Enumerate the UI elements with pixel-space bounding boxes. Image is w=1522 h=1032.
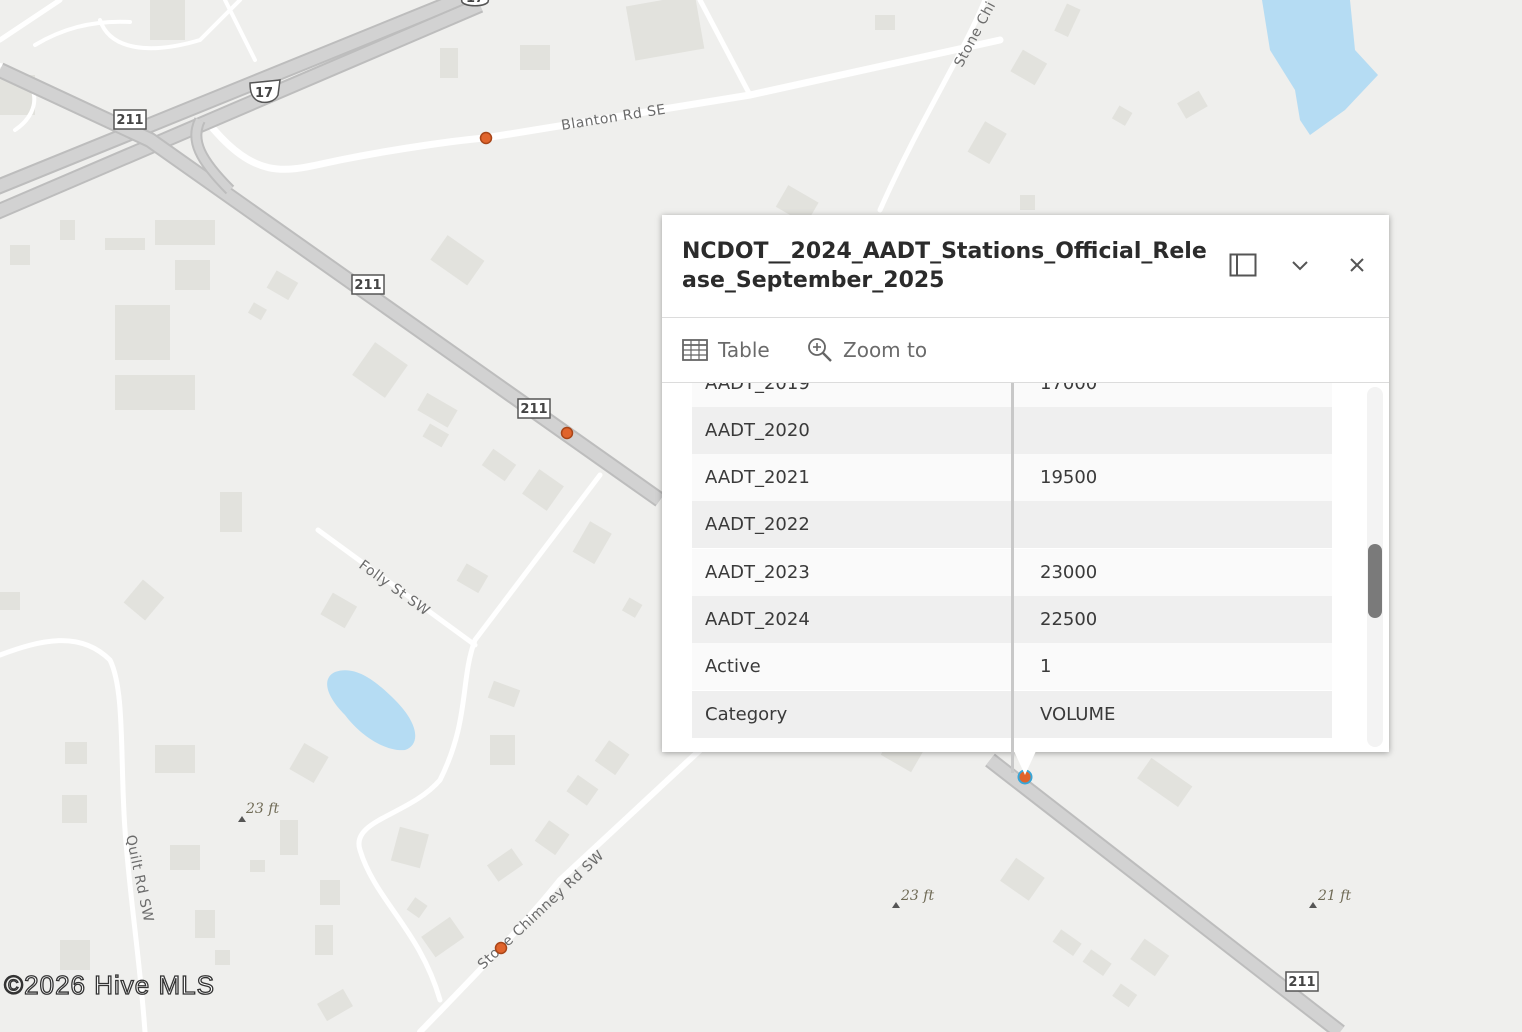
svg-text:211: 211 <box>116 113 143 128</box>
shield-nc211-c: 211 <box>517 398 551 419</box>
scrollbar-track[interactable] <box>1367 387 1383 747</box>
attribute-name: AADT_2021 <box>705 467 810 488</box>
shield-nc211-a: 211 <box>113 109 147 130</box>
svg-text:211: 211 <box>520 402 547 417</box>
shield-nc211-b: 211 <box>351 274 385 295</box>
attribute-name: AADT_2019 <box>705 383 810 394</box>
zoom-in-icon <box>808 338 832 362</box>
attribute-name: AADT_2024 <box>705 609 810 630</box>
attribute-value: 23000 <box>1040 562 1098 583</box>
svg-text:23 ft: 23 ft <box>900 888 934 904</box>
attribute-value: 22500 <box>1040 609 1098 630</box>
aadt-station-marker[interactable] <box>479 131 493 145</box>
close-icon <box>1350 258 1364 272</box>
popup-header: NCDOT__2024_AADT_Stations_Official_Relea… <box>662 215 1389 318</box>
svg-text:23 ft: 23 ft <box>245 801 279 817</box>
popup-actions: Table Zoom to <box>662 318 1389 383</box>
attribute-name: AADT_2022 <box>705 514 810 535</box>
svg-text:211: 211 <box>1288 975 1315 990</box>
scrollbar-thumb[interactable] <box>1368 544 1382 618</box>
zoom-to-button[interactable]: Zoom to <box>807 336 927 364</box>
attribute-name: AADT_2023 <box>705 562 810 583</box>
attribute-name: Category <box>705 704 788 725</box>
aadt-station-marker[interactable] <box>560 426 574 440</box>
attribute-value: VOLUME <box>1040 704 1116 725</box>
zoom-to-button-label: Zoom to <box>843 338 928 362</box>
table-icon <box>682 339 708 361</box>
attribute-value: 17000 <box>1040 383 1098 394</box>
shield-us17-a: 17 <box>249 79 281 104</box>
attribute-name: AADT_2020 <box>705 420 810 441</box>
popup-title: NCDOT__2024_AADT_Stations_Official_Relea… <box>682 239 1207 293</box>
shield-nc211-d: 211 <box>1285 971 1319 992</box>
dock-button[interactable] <box>1227 249 1259 281</box>
aadt-station-marker[interactable] <box>494 941 508 955</box>
table-button[interactable]: Table <box>682 336 770 364</box>
feature-popup: NCDOT__2024_AADT_Stations_Official_Relea… <box>662 215 1389 775</box>
collapse-button[interactable] <box>1284 249 1316 281</box>
svg-text:21 ft: 21 ft <box>1317 888 1351 904</box>
map-copyright: ©2026 Hive MLS <box>3 969 215 1000</box>
dock-icon <box>1229 253 1257 277</box>
chevron-down-icon <box>1292 261 1308 271</box>
attribute-value: 19500 <box>1040 467 1098 488</box>
close-button[interactable] <box>1341 249 1373 281</box>
svg-text:17: 17 <box>466 0 484 6</box>
popup-pointer <box>1014 751 1036 775</box>
table-button-label: Table <box>718 338 770 362</box>
svg-text:17: 17 <box>255 86 273 101</box>
attribute-name: Active <box>705 656 761 677</box>
svg-text:211: 211 <box>354 278 381 293</box>
column-divider <box>1011 383 1014 773</box>
